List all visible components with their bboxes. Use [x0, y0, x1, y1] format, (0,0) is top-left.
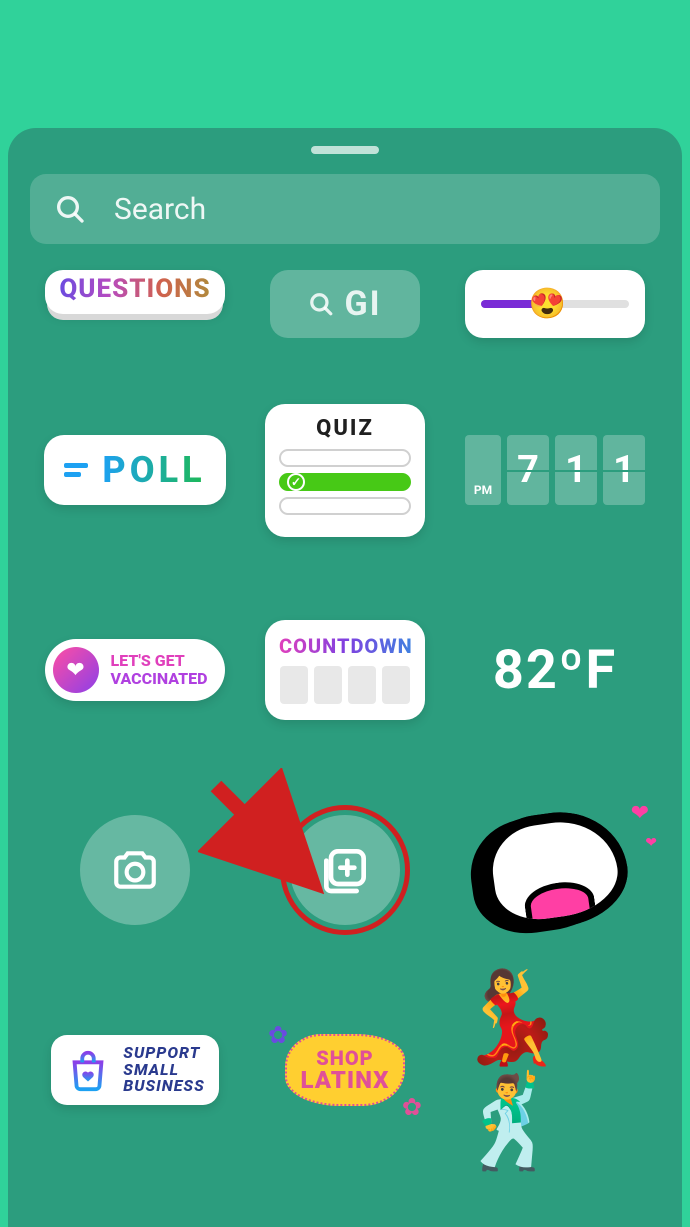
clock-digit: 1: [603, 435, 645, 505]
heart-eyes-emoji-icon: 😍: [529, 287, 566, 322]
search-input[interactable]: Search: [30, 174, 660, 244]
quiz-label: QUIZ: [279, 416, 411, 441]
search-icon: [308, 291, 334, 317]
emoji-slider-sticker[interactable]: 😍: [465, 270, 645, 338]
quiz-option: [279, 449, 411, 467]
vaccinated-label: LET'S GET VACCINATED: [111, 652, 208, 687]
questions-sticker[interactable]: QUESTIONS: [45, 270, 225, 314]
dancers-sticker[interactable]: 💃🕺: [455, 965, 655, 1175]
temperature-sticker[interactable]: 82ºF: [493, 639, 617, 702]
quiz-option-correct: [279, 473, 411, 491]
quiz-sticker[interactable]: QUIZ: [265, 404, 425, 537]
shopping-bag-icon: [65, 1047, 111, 1093]
gallery-plus-icon: [317, 842, 373, 898]
gif-search-sticker[interactable]: GI: [270, 270, 420, 338]
search-icon: [54, 193, 86, 225]
support-small-business-sticker[interactable]: SUPPORT SMALL BUSINESS: [51, 1035, 218, 1105]
gif-label: GI: [344, 284, 381, 324]
sticker-tray-sheet: Search QUESTIONS GI: [8, 128, 682, 1227]
shop-latinx-sticker[interactable]: SHOP LATINX: [270, 1015, 420, 1125]
heart-badge-icon: ❤: [53, 647, 99, 693]
clock-ampm: PM: [465, 435, 501, 505]
poll-sticker[interactable]: POLL: [44, 435, 225, 505]
poll-lines-icon: [64, 459, 88, 481]
sheet-grabber[interactable]: [311, 146, 379, 154]
time-sticker[interactable]: PM 7 1 1: [465, 435, 645, 505]
countdown-label: COUNTDOWN: [279, 634, 411, 658]
heart-icon: ❤: [631, 801, 649, 826]
camera-button[interactable]: [80, 815, 190, 925]
poll-label: POLL: [102, 449, 205, 491]
heart-icon: ❤: [645, 835, 657, 851]
clock-digit: 1: [555, 435, 597, 505]
ssb-label: SUPPORT SMALL BUSINESS: [123, 1045, 204, 1095]
clock-digit: 7: [507, 435, 549, 505]
shop-latinx-label: SHOP LATINX: [285, 1034, 406, 1106]
questions-label: QUESTIONS: [59, 274, 210, 304]
search-placeholder: Search: [114, 192, 206, 227]
countdown-sticker[interactable]: COUNTDOWN: [265, 620, 425, 720]
camera-icon: [110, 845, 160, 895]
mouth-sticker[interactable]: ❤ ❤: [475, 805, 635, 935]
slider-track: 😍: [481, 300, 629, 308]
mouth-icon: [476, 804, 634, 937]
quiz-option: [279, 497, 411, 515]
countdown-digits-icon: [279, 666, 411, 704]
vaccinated-sticker[interactable]: ❤ LET'S GET VACCINATED: [45, 639, 226, 701]
add-media-button[interactable]: [290, 815, 400, 925]
